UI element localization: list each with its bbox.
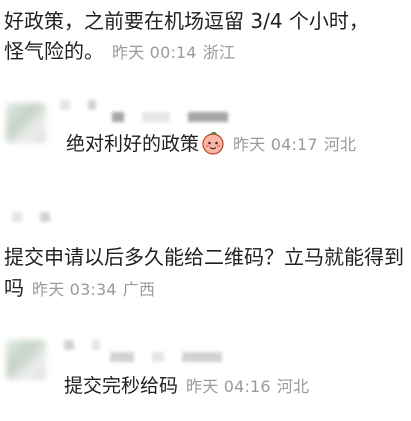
comment-1-text-line2: 怪气险的。 [4,39,104,63]
comment-4[interactable]: 提交完秒给码 昨天 04:16 河北 [64,372,309,401]
comment-1-location: 浙江 [202,43,236,62]
avatar[interactable] [6,103,46,143]
comment-4-location: 河北 [276,377,310,396]
comment-1-text-line1: 好政策，之前要在机场逗留 3/4 个小时， [4,9,369,33]
username-blurred-5 [110,352,222,362]
comment-4-text: 提交完秒给码 [64,375,179,397]
username-blurred-3[interactable] [12,212,50,222]
username-blurred-2 [112,112,228,122]
comment-2-text: 绝对利好的政策 [66,133,200,155]
avatar-2[interactable] [6,340,46,380]
comment-4-time: 昨天 04:16 [186,377,271,396]
comment-2-meta: 昨天 04:17 河北 [233,135,356,154]
comment-4-meta: 昨天 04:16 河北 [186,377,309,396]
comment-3-meta: 昨天 03:34 广西 [32,280,155,299]
comment-1-time: 昨天 00:14 [112,43,197,62]
peach-face-icon [202,131,224,155]
comment-2[interactable]: 绝对利好的政策 昨天 04:17 河北 [66,130,356,159]
comment-1[interactable]: 好政策，之前要在机场逗留 3/4 个小时， 怪气险的。 昨天 00:14 浙江 [4,6,408,68]
username-blurred-4[interactable] [64,340,100,350]
username-blurred[interactable] [60,100,96,110]
comment-3-time: 昨天 03:34 [32,280,117,299]
comment-2-time: 昨天 04:17 [233,135,318,154]
comment-3-location: 广西 [122,280,156,299]
comment-2-location: 河北 [323,135,357,154]
comment-thread: 好政策，之前要在机场逗留 3/4 个小时， 怪气险的。 昨天 00:14 浙江 绝对… [0,0,411,421]
comment-3[interactable]: 提交申请以后多久能给二维码？立马就能得到吗 昨天 03:34 广西 [4,242,408,305]
comment-1-meta: 昨天 00:14 浙江 [112,43,235,62]
